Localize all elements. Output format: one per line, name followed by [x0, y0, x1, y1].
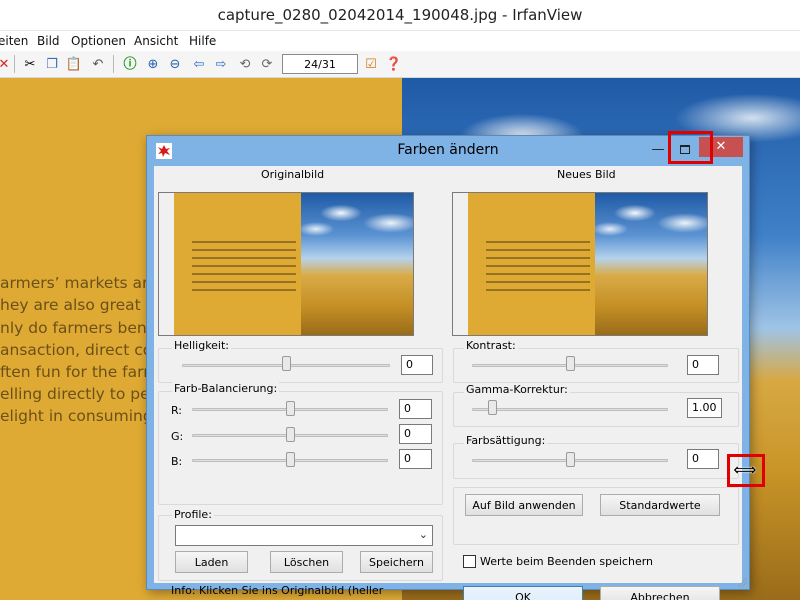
rotate-right-icon[interactable]: ⟳: [257, 54, 277, 74]
undo-icon[interactable]: ↶: [88, 54, 108, 74]
blue-value-field[interactable]: 0: [399, 449, 432, 469]
toolbar-separator: [113, 55, 114, 73]
contrast-slider-thumb[interactable]: [566, 356, 575, 371]
image-text-line: ften fun for the farme: [0, 363, 168, 381]
blue-channel-label: B:: [171, 455, 183, 468]
page-indicator-field[interactable]: 24/31: [282, 54, 358, 74]
red-slider-thumb[interactable]: [286, 401, 295, 416]
gamma-slider-thumb[interactable]: [487, 400, 497, 415]
original-preview-image: [174, 193, 413, 335]
default-values-button[interactable]: Standardwerte: [600, 494, 720, 516]
menu-item-hilfe[interactable]: Hilfe: [189, 34, 216, 48]
blue-slider-thumb[interactable]: [286, 452, 295, 467]
chevron-down-icon: ⌄: [418, 528, 428, 541]
cancel-button[interactable]: Abbrechen: [600, 586, 720, 600]
color-adjust-dialog: Farben ändern — ✕ Originalbild Neues Bil…: [146, 135, 750, 600]
apply-to-image-button[interactable]: Auf Bild anwenden: [465, 494, 583, 516]
toolbar-separator: [14, 55, 15, 73]
maximize-highlight-box: [668, 131, 713, 164]
original-image-label: Originalbild: [261, 168, 325, 181]
minimize-icon: —: [651, 142, 665, 157]
close-icon: ✕: [715, 139, 727, 154]
remember-values-label: Werte beim Beenden speichern: [480, 555, 654, 568]
contrast-label: Kontrast:: [464, 339, 518, 352]
brightness-label: Helligkeit:: [172, 339, 232, 352]
save-profile-button[interactable]: Speichern: [360, 551, 433, 573]
toolbar: ✕ ✂ ❐ 📋 ↶ ⓘ ⊕ ⊖ ⇦ ⇨ ⟲ ⟳ 24/31 ☑ ❓: [0, 51, 800, 78]
ok-button[interactable]: OK: [463, 586, 583, 600]
paste-icon[interactable]: 📋: [64, 54, 84, 74]
image-text-line: hey are also great for: [0, 296, 167, 314]
window-title: capture_0280_02042014_190048.jpg - Irfan…: [217, 6, 583, 24]
new-image-label: Neues Bild: [557, 168, 616, 181]
image-text-line: ansaction, direct cont: [0, 341, 169, 359]
green-slider-thumb[interactable]: [286, 427, 295, 442]
green-value-field[interactable]: 0: [399, 424, 432, 444]
green-channel-label: G:: [171, 430, 184, 443]
saturation-label: Farbsättigung:: [464, 434, 548, 447]
saturation-slider-thumb[interactable]: [566, 452, 575, 467]
info-icon[interactable]: ⓘ: [120, 54, 140, 74]
red-value-field[interactable]: 0: [399, 399, 432, 419]
contrast-value-field[interactable]: 0: [687, 355, 719, 375]
profiles-label: Profile:: [172, 508, 214, 521]
delete-icon[interactable]: ✕: [0, 54, 14, 74]
image-text-line: elight in consuming t: [0, 407, 164, 425]
zoom-in-icon[interactable]: ⊕: [143, 54, 163, 74]
color-balance-label: Farb-Balancierung:: [172, 382, 280, 395]
gamma-label: Gamma-Korrektur:: [464, 383, 570, 396]
thumbnails-checklist-icon[interactable]: ☑: [361, 54, 381, 74]
rotate-left-icon[interactable]: ⟲: [235, 54, 255, 74]
dialog-client-area: Originalbild Neues Bild Helligkeit: 0 Fa…: [154, 166, 742, 600]
menu-item-ansicht[interactable]: Ansicht: [134, 34, 178, 48]
new-image-preview: [452, 192, 708, 336]
info-text: Info: Klicken Sie ins Originalbild (hell…: [171, 584, 409, 600]
dialog-titlebar[interactable]: Farben ändern — ✕: [147, 136, 749, 166]
gamma-slider-track: [472, 408, 668, 411]
menu-item-bearbeiten[interactable]: eiten: [0, 34, 28, 48]
brightness-slider-thumb[interactable]: [282, 356, 291, 371]
original-image-preview[interactable]: [158, 192, 414, 336]
horizontal-resize-cursor-icon: ⟺: [733, 460, 757, 479]
remember-values-checkbox[interactable]: [463, 555, 476, 568]
help-icon[interactable]: ❓: [384, 54, 404, 74]
menu-item-bild[interactable]: Bild: [37, 34, 60, 48]
delete-profile-button[interactable]: Löschen: [270, 551, 343, 573]
cut-icon[interactable]: ✂: [20, 54, 40, 74]
gamma-value-field[interactable]: 1.00: [687, 398, 722, 418]
red-channel-label: R:: [171, 404, 183, 417]
profiles-dropdown[interactable]: ⌄: [175, 525, 433, 546]
window-titlebar: capture_0280_02042014_190048.jpg - Irfan…: [0, 0, 800, 31]
next-arrow-icon[interactable]: ⇨: [211, 54, 231, 74]
new-preview-image: [468, 193, 707, 335]
saturation-value-field[interactable]: 0: [687, 449, 719, 469]
previous-arrow-icon[interactable]: ⇦: [189, 54, 209, 74]
menu-bar: eiten Bild Optionen Ansicht Hilfe: [0, 31, 800, 51]
menu-item-optionen[interactable]: Optionen: [71, 34, 126, 48]
image-text-line: elling directly to peop: [0, 385, 169, 403]
image-text-line: nly do farmers benefi: [0, 319, 167, 337]
brightness-value-field[interactable]: 0: [401, 355, 433, 375]
resize-grip-icon[interactable]: [737, 577, 747, 587]
zoom-out-icon[interactable]: ⊖: [165, 54, 185, 74]
load-profile-button[interactable]: Laden: [175, 551, 248, 573]
copy-icon[interactable]: ❐: [42, 54, 62, 74]
